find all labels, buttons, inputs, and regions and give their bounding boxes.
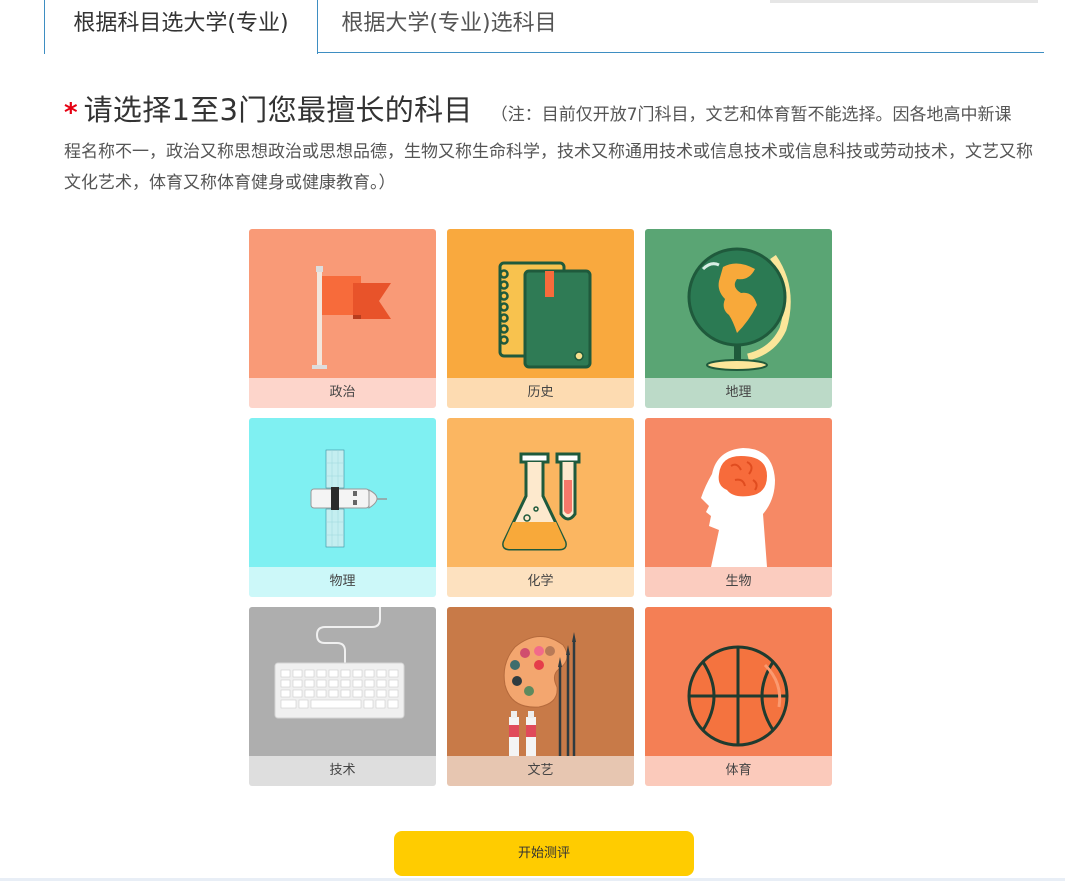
page-title: 请选择1至3门您最擅长的科目: [83, 93, 473, 127]
flag-icon: [249, 229, 436, 378]
required-star: *: [64, 98, 78, 128]
tab-subject-to-university[interactable]: 根据科目选大学(专业): [44, 0, 318, 54]
flask-icon: [447, 418, 634, 567]
subject-tile-physics[interactable]: 物理: [249, 418, 436, 597]
subject-tile-history[interactable]: 历史: [447, 229, 634, 408]
subject-tile-sports[interactable]: 体育: [645, 607, 832, 786]
subject-label-geography: 地理: [645, 378, 832, 408]
tab-university-to-subject[interactable]: 根据大学(专业)选科目: [324, 0, 574, 53]
subject-label-chemistry: 化学: [447, 567, 634, 597]
subject-tile-politics[interactable]: 政治: [249, 229, 436, 408]
palette-icon: [447, 607, 634, 756]
page-heading: * 请选择1至3门您最擅长的科目 （注：目前仅开放7门科目，文艺和体育暂不能选择。因…: [64, 94, 1049, 132]
brain-head-icon: [645, 418, 832, 567]
subject-label-technology: 技术: [249, 756, 436, 786]
subject-note: 程名称不一，政治又称思想政治或思想品德，生物又称生命科学，技术又称通用技术或信息…: [64, 142, 1033, 193]
subject-label-biology: 生物: [645, 567, 832, 597]
subject-label-politics: 政治: [249, 378, 436, 408]
start-assessment-button[interactable]: 开始测评: [394, 831, 694, 876]
subject-tile-chemistry[interactable]: 化学: [447, 418, 634, 597]
mode-tabs: 根据科目选大学(专业) 根据大学(专业)选科目: [44, 0, 1044, 54]
globe-icon: [645, 229, 832, 378]
subject-grid: 政治 历史 地理 物理 化学 生物 技术 文艺 体育: [249, 229, 833, 786]
subject-tile-geography[interactable]: 地理: [645, 229, 832, 408]
subject-label-arts: 文艺: [447, 756, 634, 786]
subject-label-physics: 物理: [249, 567, 436, 597]
basketball-icon: [645, 607, 832, 756]
satellite-icon: [249, 418, 436, 567]
book-icon: [447, 229, 634, 378]
subject-tile-technology[interactable]: 技术: [249, 607, 436, 786]
subject-tile-biology[interactable]: 生物: [645, 418, 832, 597]
note-line-1: （注：目前仅开放7门科目，文艺和体育暂不能选择。因各地高中新课: [490, 105, 1012, 125]
subject-label-history: 历史: [447, 378, 634, 408]
subject-label-sports: 体育: [645, 756, 832, 786]
subject-tile-arts[interactable]: 文艺: [447, 607, 634, 786]
keyboard-icon: [249, 607, 436, 756]
